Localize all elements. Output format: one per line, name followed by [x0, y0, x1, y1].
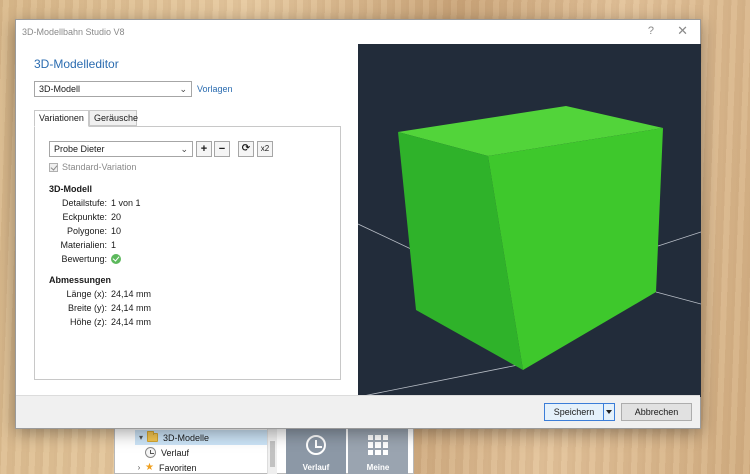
dim-label: Länge (x):: [66, 289, 107, 299]
checkbox-checked-icon[interactable]: [49, 162, 58, 172]
close-button[interactable]: ✕: [677, 23, 688, 39]
cube-render: [358, 106, 701, 397]
check-circle-icon: [111, 254, 121, 264]
tree-item-label: Favoriten: [158, 462, 197, 473]
x2-label: x2: [260, 144, 270, 153]
tile-label: Meine: [366, 463, 390, 472]
standard-variation-label: Standard-Variation: [62, 162, 137, 172]
dim-label: Höhe (z):: [69, 317, 107, 327]
grid-icon: [368, 435, 388, 455]
dialog-footer: Speichern Abbrechen: [16, 395, 700, 428]
chevron-down-icon: ⌄: [180, 144, 188, 154]
info-row-eckpunkte: Eckpunkte: 20: [35, 212, 335, 224]
folder-icon: [147, 431, 158, 442]
remove-variation-button[interactable]: −: [214, 141, 230, 157]
tile-verlauf[interactable]: Verlauf: [286, 428, 346, 474]
clock-icon: [306, 435, 326, 455]
tree-item-label: Verlauf: [161, 447, 190, 458]
info-value: 1 von 1: [111, 198, 141, 208]
save-dropdown-button[interactable]: [603, 403, 615, 421]
info-label: Detailstufe:: [61, 198, 107, 208]
refresh-icon: ⟳: [241, 143, 251, 154]
info-row-bewertung: Bewertung:: [35, 254, 335, 266]
dim-value: 24,14 mm: [111, 303, 152, 313]
help-button[interactable]: ?: [648, 25, 654, 37]
model-section-heading: 3D-Modell: [49, 184, 93, 194]
info-label: Eckpunkte:: [62, 212, 107, 222]
tree-item-favoriten[interactable]: › ★ Favoriten: [133, 460, 197, 474]
plus-icon: +: [200, 143, 208, 155]
variations-panel: Probe Dieter ⌄ + − ⟳ x2 Standard-Variati…: [34, 126, 341, 380]
page-title: 3D-Modelleditor: [34, 57, 119, 71]
dim-row-laenge: Länge (x): 24,14 mm: [35, 289, 335, 301]
duplicate-variation-button[interactable]: x2: [257, 141, 273, 157]
add-variation-button[interactable]: +: [196, 141, 212, 157]
rating-value: [111, 254, 121, 266]
refresh-variation-button[interactable]: ⟳: [238, 141, 254, 157]
dim-row-breite: Breite (y): 24,14 mm: [35, 303, 335, 315]
info-value: 10: [111, 226, 122, 236]
title-bar[interactable]: 3D-Modellbahn Studio V8 ? ✕: [16, 20, 700, 44]
tree-item-label: 3D-Modelle: [163, 432, 210, 443]
model-type-value: 3D-Modell: [39, 84, 81, 94]
dim-value: 24,14 mm: [111, 317, 152, 327]
chevron-down-icon: ⌄: [179, 84, 187, 94]
info-value: 1: [111, 240, 117, 250]
grid-line: [657, 231, 701, 247]
variation-value: Probe Dieter: [54, 144, 105, 154]
scrollbar[interactable]: [267, 429, 277, 474]
dimensions-section-heading: Abmessungen: [49, 275, 112, 285]
grid-line: [358, 364, 519, 397]
tab-geraeusche[interactable]: Geräusche: [89, 110, 138, 126]
tab-variationen[interactable]: Variationen: [34, 110, 89, 127]
model-type-select[interactable]: 3D-Modell ⌄: [34, 81, 192, 97]
tree-item-verlauf[interactable]: Verlauf: [145, 445, 189, 460]
info-row-detailstufe: Detailstufe: 1 von 1: [35, 198, 335, 210]
tree-item-3d-modelle[interactable]: ▾ 3D-Modelle: [135, 430, 275, 445]
info-label: Polygone:: [66, 226, 107, 236]
save-button[interactable]: Speichern: [544, 403, 604, 421]
model-editor-dialog: 3D-Modellbahn Studio V8 ? ✕ 3D-Modelledi…: [15, 19, 701, 429]
variation-select[interactable]: Probe Dieter ⌄: [49, 141, 193, 157]
dim-value: 24,14 mm: [111, 289, 152, 299]
info-value: 20: [111, 212, 122, 222]
templates-link[interactable]: Vorlagen: [197, 84, 233, 94]
info-row-materialien: Materialien: 1: [35, 240, 335, 252]
minus-icon: −: [218, 143, 226, 155]
info-label: Materialien:: [60, 240, 107, 250]
window-title: 3D-Modellbahn Studio V8: [22, 27, 125, 37]
dim-label: Breite (y):: [67, 303, 107, 313]
star-icon: ★: [145, 462, 154, 473]
3d-viewport[interactable]: [358, 44, 701, 397]
info-row-polygone: Polygone: 10: [35, 226, 335, 238]
dim-row-hoehe: Höhe (z): 24,14 mm: [35, 317, 335, 329]
tile-meine[interactable]: Meine: [348, 428, 408, 474]
history-icon: [145, 447, 156, 458]
standard-variation-checkbox[interactable]: Standard-Variation: [49, 162, 136, 172]
chevron-right-icon[interactable]: ›: [133, 463, 145, 472]
tile-label: Verlauf: [302, 463, 330, 472]
grid-line: [655, 291, 701, 305]
info-label: Bewertung:: [61, 254, 107, 264]
chevron-down-icon[interactable]: ▾: [135, 433, 147, 442]
cancel-button[interactable]: Abbrechen: [621, 403, 692, 421]
